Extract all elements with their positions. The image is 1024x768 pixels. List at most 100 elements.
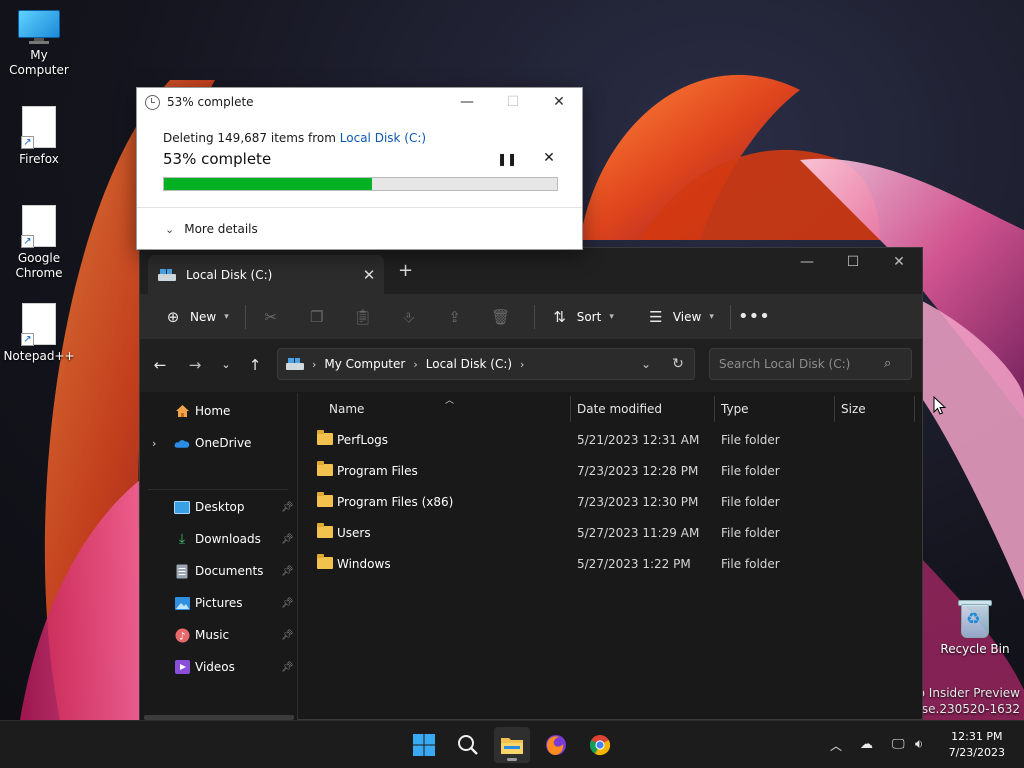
rename-icon[interactable]: ⎀ [400,308,418,326]
nav-item-documents[interactable]: Documents 📌︎ [140,557,298,585]
cut-icon[interactable]: ✂ [262,308,280,326]
desktop-icon [174,499,190,515]
pin-icon[interactable]: 📌︎ [281,662,294,673]
paste-icon[interactable]: 📋︎ [353,308,372,326]
column-divider[interactable] [834,396,835,422]
home-icon [174,403,190,419]
close-icon[interactable]: ✕ [876,248,922,276]
table-row[interactable]: PerfLogs 5/21/2023 12:31 AM File folder [309,425,909,455]
pause-icon[interactable]: ❚❚ [497,152,517,166]
tab-local-disk[interactable]: Local Disk (C:) ✕ [148,255,384,294]
more-options-icon[interactable]: ••• [738,306,770,327]
column-header-size[interactable]: Size [841,393,911,425]
share-icon[interactable]: ⇪ [446,308,464,326]
column-header-date[interactable]: Date modified [577,393,712,425]
more-details-toggle[interactable]: ⌄ More details [165,222,258,236]
volume-icon[interactable]: 🔉︎ [915,737,923,752]
column-header-type[interactable]: Type [721,393,833,425]
recent-locations-chevron-icon[interactable]: ⌄ [216,358,236,371]
nav-divider [148,489,288,490]
nav-item-label: Pictures [195,596,243,610]
back-arrow-icon[interactable]: ← [150,356,170,374]
onedrive-offline-icon[interactable]: ☁︎ [860,737,873,752]
breadcrumb-my-computer[interactable]: My Computer [324,357,405,371]
network-icon[interactable]: 🖵︎ [892,737,905,752]
file-list: ︿ Name Date modified Type Size PerfLogs … [299,393,922,720]
new-tab-icon[interactable]: + [398,260,413,281]
shortcut-file-icon: ↗ [21,205,56,248]
maximize-icon[interactable]: ☐ [830,248,876,276]
taskbar-clock[interactable]: 12:31 PM 7/23/2023 [949,729,1005,761]
description-text: Deleting 149,687 items from [163,131,340,145]
search-icon: ⌕ [884,356,892,371]
taskbar-firefox[interactable] [538,727,574,763]
pin-icon[interactable]: 📌︎ [281,630,294,641]
delete-icon[interactable]: 🗑︎ [491,308,510,326]
minimize-icon[interactable]: — [444,88,490,116]
cancel-icon[interactable]: ✕ [541,150,557,166]
nav-item-downloads[interactable]: ⤓ Downloads 📌︎ [140,525,298,553]
nav-item-label: Downloads [195,532,261,546]
desktop-icon-chrome[interactable]: ↗ Google Chrome [0,205,78,281]
column-header-label: Date modified [577,402,663,416]
desktop-icon-label: Notepad++ [3,349,75,363]
shortcut-file-icon: ↗ [21,106,56,149]
copy-icon[interactable]: ❐ [308,308,326,326]
table-row[interactable]: Users 5/27/2023 11:29 AM File folder [309,518,909,548]
taskbar-file-explorer[interactable] [494,727,530,763]
chevron-down-icon: ▾ [224,311,229,322]
desktop-icon-firefox[interactable]: ↗ Firefox [0,106,78,167]
refresh-icon[interactable]: ↻ [662,356,694,372]
pin-icon[interactable]: 📌︎ [281,534,294,545]
nav-item-home[interactable]: Home [140,397,298,425]
breadcrumb-chevron-icon[interactable]: › [520,358,524,371]
search-input[interactable] [709,348,912,380]
nav-item-desktop[interactable]: Desktop 📌︎ [140,493,298,521]
pin-icon[interactable]: 📌︎ [281,598,294,609]
taskbar-chrome[interactable] [582,727,618,763]
desktop-icon-my-computer[interactable]: My Computer [0,10,78,78]
column-divider[interactable] [570,396,571,422]
nav-item-pictures[interactable]: Pictures 📌︎ [140,589,298,617]
sort-button[interactable]: ⇅ Sort ▾ [545,301,620,333]
minimize-icon[interactable]: — [784,248,830,276]
search-button[interactable] [450,727,486,763]
column-divider[interactable] [914,396,915,422]
progress-percent-text: 53% complete [163,150,272,168]
videos-icon [174,659,190,675]
address-history-chevron-icon[interactable]: ⌄ [630,357,662,371]
view-button[interactable]: ☰ View ▾ [641,301,720,333]
file-name: PerfLogs [337,433,389,447]
expand-chevron-icon[interactable]: › [152,437,156,450]
nav-item-videos[interactable]: Videos 📌︎ [140,653,298,681]
view-list-icon: ☰ [649,307,663,326]
table-row[interactable]: Program Files (x86) 7/23/2023 12:30 PM F… [309,487,909,517]
address-bar[interactable]: › My Computer › Local Disk (C:) › ⌄ ↻ [277,348,695,380]
address-bar-row: ← → ⌄ ↑ › My Computer › Local Disk (C:) … [140,340,922,392]
pin-icon[interactable]: 📌︎ [281,502,294,513]
new-button[interactable]: ⊕ New ▾ [158,301,235,333]
desktop-icon-label: My Computer [9,48,69,77]
close-tab-icon[interactable]: ✕ [354,266,384,284]
desktop-icon-notepadpp[interactable]: ↗ Notepad++ [0,303,78,364]
dialog-title: 53% complete [167,95,254,109]
column-header-name[interactable]: Name [329,393,569,425]
windows-logo-icon [413,734,435,756]
close-icon[interactable]: ✕ [536,88,582,116]
table-row[interactable]: Windows 5/27/2023 1:22 PM File folder [309,549,909,579]
table-row[interactable]: Program Files 7/23/2023 12:28 PM File fo… [309,456,909,486]
computer-icon [18,10,60,44]
column-divider[interactable] [714,396,715,422]
desktop-icon-recycle-bin[interactable]: ♻ Recycle Bin [936,598,1014,657]
nav-item-music[interactable]: ♪ Music 📌︎ [140,621,298,649]
location-link[interactable]: Local Disk (C:) [340,131,426,145]
start-button[interactable] [406,727,442,763]
up-arrow-icon[interactable]: ↑ [245,356,265,374]
breadcrumb-local-disk[interactable]: Local Disk (C:) [426,357,512,371]
nav-item-onedrive[interactable]: › OneDrive [140,429,298,457]
pin-icon[interactable]: 📌︎ [281,566,294,577]
operation-description: Deleting 149,687 items from Local Disk (… [163,131,426,145]
show-hidden-icons-chevron-icon[interactable]: ︿ [830,737,842,754]
forward-arrow-icon[interactable]: → [185,356,205,374]
tab-strip: Local Disk (C:) ✕ + — ☐ ✕ [140,248,922,294]
